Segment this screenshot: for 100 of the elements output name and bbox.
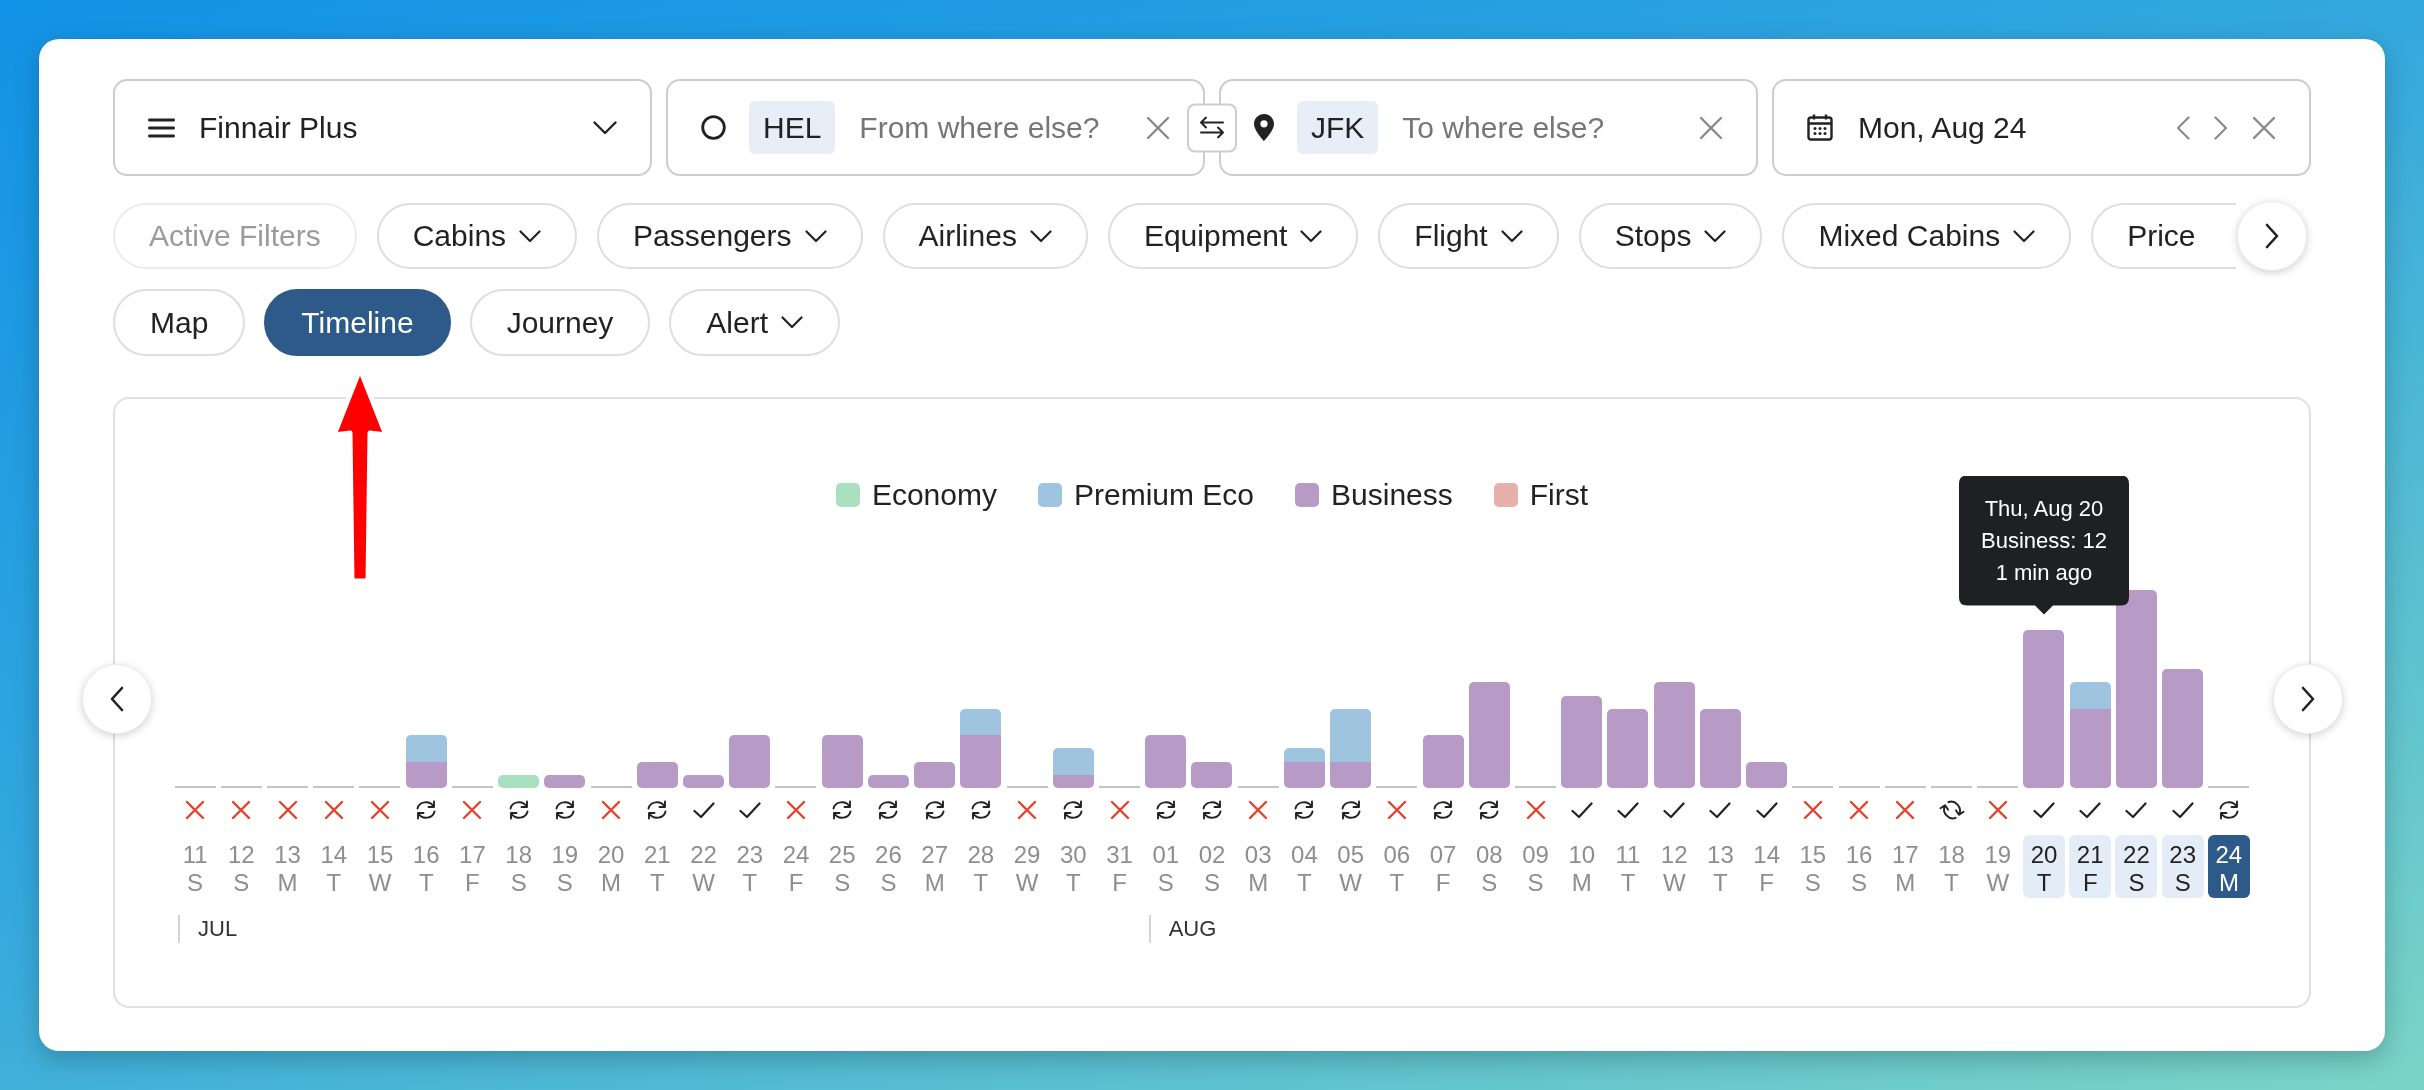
cross-icon bbox=[1849, 800, 1870, 820]
zero-value-line bbox=[2208, 786, 2250, 788]
date-button[interactable]: 30 T bbox=[1052, 835, 1095, 898]
date-button[interactable]: 23 S bbox=[2161, 835, 2204, 898]
date-button[interactable]: 27 M bbox=[913, 835, 956, 898]
date-button[interactable]: 28 T bbox=[959, 835, 1002, 898]
date-button[interactable]: 17 M bbox=[1884, 835, 1927, 898]
date-button[interactable]: 04 T bbox=[1283, 835, 1326, 898]
filter-button[interactable]: Flight bbox=[1378, 203, 1559, 269]
premium-eco-bar bbox=[2069, 682, 2111, 709]
refresh-icon bbox=[1478, 799, 1501, 821]
date-button[interactable]: 06 T bbox=[1375, 835, 1418, 898]
zero-value-line bbox=[1237, 786, 1279, 788]
zero-value-line bbox=[313, 786, 355, 788]
swap-icon bbox=[1199, 116, 1225, 139]
date-button[interactable]: 01 S bbox=[1144, 835, 1187, 898]
cross-icon bbox=[1987, 800, 2008, 820]
view-tab[interactable]: Timeline bbox=[264, 289, 451, 356]
view-tab[interactable]: Journey bbox=[469, 289, 651, 356]
business-bar bbox=[683, 774, 725, 788]
legend-label: Business bbox=[1331, 477, 1453, 513]
clear-button[interactable] bbox=[1699, 115, 1723, 140]
tooltip-text: Business: 12 bbox=[1981, 526, 2107, 555]
date-button[interactable]: 08 S bbox=[1468, 835, 1511, 898]
date-button[interactable]: 07 F bbox=[1422, 835, 1465, 898]
date-button[interactable]: 22 S bbox=[2115, 835, 2158, 898]
swap-button[interactable] bbox=[1187, 103, 1237, 152]
origin-input[interactable]: From where else? bbox=[859, 107, 1130, 148]
date-button[interactable]: 23 T bbox=[728, 835, 771, 898]
business-bar bbox=[1330, 761, 1372, 788]
filter-button[interactable]: Stops bbox=[1578, 203, 1763, 269]
business-bar bbox=[1283, 761, 1325, 788]
date-button[interactable]: 12 W bbox=[1653, 835, 1696, 898]
refresh-icon bbox=[969, 799, 992, 821]
date-button[interactable]: 18 T bbox=[1930, 835, 1973, 898]
date-button[interactable]: 21 T bbox=[636, 835, 679, 898]
refresh-icon bbox=[1062, 799, 1085, 821]
filter-button[interactable]: Mixed Cabins bbox=[1782, 203, 2072, 269]
date-button[interactable]: 14 T bbox=[312, 835, 355, 898]
date-button[interactable]: 16 T bbox=[405, 835, 448, 898]
date-button[interactable]: 11 T bbox=[1607, 835, 1649, 898]
date-button[interactable]: 15 S bbox=[1791, 835, 1834, 898]
zero-value-line bbox=[1376, 786, 1418, 788]
check-icon bbox=[1755, 801, 1778, 819]
date-button[interactable]: 16 S bbox=[1838, 835, 1881, 898]
filter-button[interactable]: Price bbox=[2091, 203, 2236, 269]
date-button[interactable]: 05 W bbox=[1329, 835, 1372, 898]
refresh-icon bbox=[646, 799, 669, 821]
date-button[interactable]: 19 W bbox=[1976, 835, 2019, 898]
date-button[interactable]: 19 S bbox=[543, 835, 586, 898]
clear-button[interactable] bbox=[2252, 115, 2276, 140]
zero-value-line bbox=[1792, 786, 1834, 788]
date-button[interactable]: 24 M bbox=[2207, 835, 2250, 898]
date-button[interactable]: 22 W bbox=[682, 835, 725, 898]
check-icon bbox=[2171, 801, 2194, 819]
refresh-icon bbox=[1293, 799, 1316, 821]
date-button[interactable]: 12 S bbox=[220, 835, 263, 898]
tooltip-text: Thu, Aug 20 bbox=[1984, 494, 2104, 523]
date-button[interactable]: 29 W bbox=[1006, 835, 1049, 898]
business-bar bbox=[544, 774, 586, 788]
check-icon bbox=[1570, 801, 1593, 819]
date-button[interactable]: 24 F bbox=[775, 835, 817, 898]
dropdown-button[interactable]: Alert bbox=[669, 289, 841, 356]
date-button[interactable]: 26 S bbox=[867, 835, 910, 898]
date-button[interactable]: 20 M bbox=[590, 835, 633, 898]
filter-button[interactable]: Passengers bbox=[597, 203, 863, 269]
filter-button[interactable]: Cabins bbox=[376, 203, 578, 269]
date-button[interactable]: 03 M bbox=[1237, 835, 1280, 898]
refresh-icon bbox=[1201, 799, 1223, 821]
date-button[interactable]: 09 S bbox=[1514, 835, 1557, 898]
zero-value-line bbox=[1884, 786, 1926, 788]
date-button[interactable]: 10 M bbox=[1560, 835, 1603, 898]
program-select[interactable]: Finnair Plus bbox=[113, 79, 652, 176]
date-button[interactable]: 25 S bbox=[821, 835, 864, 898]
date-input[interactable]: Mon, Aug 24 bbox=[1858, 107, 2160, 148]
view-tab[interactable]: Map bbox=[113, 289, 246, 356]
date-button[interactable]: 31 F bbox=[1098, 835, 1141, 898]
filter-button[interactable]: Equipment bbox=[1107, 203, 1359, 269]
check-icon bbox=[2125, 801, 2148, 819]
airport-code-tag: JFK bbox=[1297, 101, 1379, 154]
date-button[interactable]: 17 F bbox=[451, 835, 494, 898]
date-button[interactable]: 15 W bbox=[359, 835, 401, 898]
legend-label: First bbox=[1529, 477, 1589, 513]
date-button[interactable]: 11 S bbox=[174, 835, 217, 898]
destination-input[interactable]: To where else? bbox=[1402, 107, 1683, 148]
filter-button[interactable]: Airlines bbox=[882, 203, 1088, 269]
check-icon bbox=[2033, 801, 2055, 819]
clear-button[interactable] bbox=[1146, 115, 1170, 140]
previous-date-button[interactable] bbox=[2176, 115, 2190, 140]
date-button[interactable]: 14 F bbox=[1745, 835, 1788, 898]
business-bar bbox=[1145, 735, 1187, 788]
date-button[interactable]: 13 T bbox=[1699, 835, 1742, 898]
date-button[interactable]: 02 S bbox=[1191, 835, 1233, 898]
date-button[interactable]: 21 F bbox=[2069, 835, 2112, 898]
date-button[interactable]: 20 T bbox=[2023, 835, 2065, 898]
date-button[interactable]: 13 M bbox=[266, 835, 309, 898]
business-bar bbox=[821, 735, 863, 788]
date-button[interactable]: 18 S bbox=[497, 835, 540, 898]
next-date-button[interactable] bbox=[2214, 115, 2228, 140]
refresh-icon bbox=[1432, 799, 1455, 821]
